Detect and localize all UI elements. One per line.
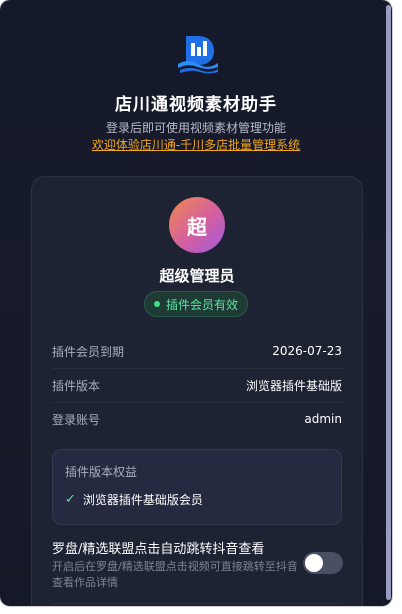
app-title: 店川通视频素材助手: [115, 95, 277, 115]
info-row-version: 插件版本 浏览器插件基础版: [52, 368, 342, 403]
feature-title: 罗盘/精选联盟点击自动跳转抖音查看: [52, 542, 265, 557]
benefit-item: ✓ 浏览器插件基础版会员: [65, 491, 203, 508]
feature-description: 开启后在罗盘/精选联盟点击视频可直接跳转至抖音查看作品详情: [52, 560, 298, 589]
app-subtitle: 登录后即可使用视频素材管理功能: [105, 121, 286, 135]
account-label: 登录账号: [52, 412, 101, 427]
expiry-label: 插件会员到期: [52, 344, 125, 359]
toggle-knob: [305, 554, 323, 572]
expiry-value: 2026-07-23: [272, 344, 342, 358]
check-icon: ✓: [65, 492, 76, 507]
status-badge: 插件会员有效: [144, 291, 248, 317]
benefit-title: 插件版本权益: [65, 465, 138, 479]
version-value: 浏览器插件基础版: [245, 378, 342, 393]
scrollbar[interactable]: [386, 5, 391, 600]
avatar: 超: [169, 197, 225, 253]
user-name: 超级管理员: [159, 267, 235, 285]
info-row-expiry: 插件会员到期 2026-07-23: [52, 334, 342, 369]
benefit-item-label: 浏览器插件基础版会员: [82, 493, 203, 507]
app-logo-icon: [176, 30, 220, 74]
info-row-account: 登录账号 admin: [52, 402, 342, 436]
divider: [52, 603, 342, 604]
status-text: 插件会员有效: [165, 297, 238, 312]
promo-link[interactable]: 欢迎体验店川通-千川多店批量管理系统: [0, 136, 392, 153]
profile-card: 超 超级管理员 插件会员有效 插件会员到期 2026-07-23 插件版本 浏览…: [31, 176, 363, 606]
account-value: admin: [304, 412, 342, 426]
status-dot-icon: [153, 301, 160, 307]
popup-window: 店川通视频素材助手 登录后即可使用视频素材管理功能 欢迎体验店川通-千川多店批量…: [0, 0, 392, 606]
auto-jump-toggle[interactable]: [303, 552, 343, 574]
version-label: 插件版本: [52, 378, 101, 393]
benefit-box: 插件版本权益 ✓ 浏览器插件基础版会员: [52, 449, 342, 525]
